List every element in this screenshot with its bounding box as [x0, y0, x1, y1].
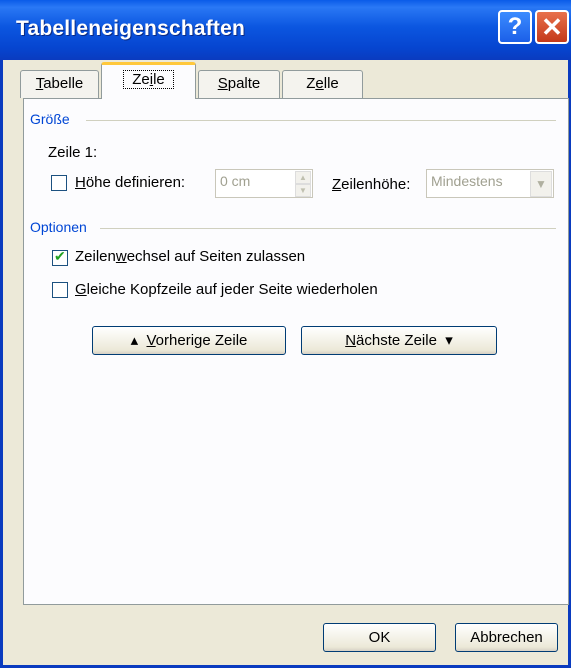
zeilenhoehe-label-text: eilenhöhe: [341, 176, 411, 193]
zeilenwechsel-label-pre: Zeilen [75, 248, 116, 265]
dialog-window: Tabelleneigenschaften ? ✕ Tabelle Zeile … [0, 0, 571, 668]
zeilenwechsel-checkbox[interactable] [52, 248, 68, 266]
kopfzeile-mnemonic: G [75, 281, 87, 298]
title-bar[interactable]: Tabelleneigenschaften ? ✕ [0, 0, 571, 60]
tab-zelle-label: lle [323, 75, 339, 92]
previous-row-button[interactable]: ▴ Vorherige Zeile [92, 326, 286, 355]
zeilenhoehe-select[interactable]: Mindestens ▼ [426, 169, 554, 198]
tab-tabelle-label: abelle [43, 75, 84, 92]
previous-row-mnemonic: V [146, 332, 156, 349]
zeilenwechsel-label: Zeilenwechsel auf Seiten zulassen [75, 248, 305, 265]
tab-tabelle[interactable]: Tabelle [20, 70, 99, 98]
ok-button[interactable]: OK [323, 623, 436, 652]
previous-row-label: orherige Zeile [155, 332, 248, 349]
help-icon: ? [507, 13, 523, 40]
spin-down-icon[interactable]: ▼ [295, 184, 311, 197]
next-row-mnemonic: N [345, 332, 357, 349]
group-divider-groesse [86, 120, 556, 121]
tab-spalte[interactable]: Spalte [198, 70, 280, 98]
group-heading-groesse: Größe [30, 111, 70, 127]
tab-strip: Tabelle Zeile Spalte Zelle [3, 62, 571, 99]
zeilenwechsel-label-text: echsel auf Seiten zulassen [126, 248, 306, 265]
zeilenhoehe-value: Mindestens [431, 173, 503, 189]
next-row-label: ächste Zeile [356, 332, 437, 349]
hoehe-definieren-checkbox[interactable] [51, 175, 67, 191]
cancel-button[interactable]: Abbrechen [455, 623, 558, 652]
tab-spalte-label: palte [227, 75, 261, 92]
height-value: 0 cm [220, 173, 251, 189]
zeilenhoehe-label: Zeilenhöhe: [332, 176, 410, 193]
hoehe-definieren-label: Höhe definieren: [75, 174, 185, 191]
close-icon: ✕ [541, 11, 563, 42]
hoehe-label-text: öhe definieren: [85, 174, 186, 191]
tab-zeile-focus: Zeile [123, 70, 174, 89]
close-button[interactable]: ✕ [535, 10, 569, 44]
height-spinner[interactable]: 0 cm ▲ ▼ [215, 169, 313, 198]
tab-spalte-mnemonic: S [217, 75, 228, 92]
arrow-up-icon: ▴ [130, 332, 139, 349]
group-divider-optionen [100, 228, 556, 229]
arrow-down-icon: ▾ [445, 332, 453, 349]
dialog-title: Tabelleneigenschaften [16, 17, 246, 40]
zeilenwechsel-mnemonic: w [115, 248, 127, 265]
group-heading-optionen: Optionen [30, 219, 87, 235]
tab-zelle-mnemonic: e [315, 75, 324, 92]
next-row-button[interactable]: Nächste Zeile ▾ [301, 326, 497, 355]
row-label: Zeile 1: [48, 144, 98, 161]
tab-zelle[interactable]: Zelle [282, 70, 363, 98]
tab-zeile-label-pre: Ze [132, 71, 150, 88]
tab-zeile-label: le [153, 71, 165, 88]
kopfzeile-label: Gleiche Kopfzeile auf jeder Seite wieder… [75, 281, 378, 298]
zeilenhoehe-mnemonic: Z [332, 176, 342, 193]
chevron-down-icon[interactable]: ▼ [530, 171, 552, 197]
help-button[interactable]: ? [498, 10, 532, 44]
spin-up-icon[interactable]: ▲ [295, 171, 311, 184]
hoehe-mnemonic: H [75, 174, 86, 191]
tab-panel-zeile: Größe Zeile 1: Höhe definieren: 0 cm ▲ ▼… [23, 98, 569, 605]
tab-zeile[interactable]: Zeile [101, 62, 196, 99]
kopfzeile-checkbox[interactable] [52, 282, 68, 298]
kopfzeile-label-text: leiche Kopfzeile auf jeder Seite wiederh… [86, 281, 378, 298]
